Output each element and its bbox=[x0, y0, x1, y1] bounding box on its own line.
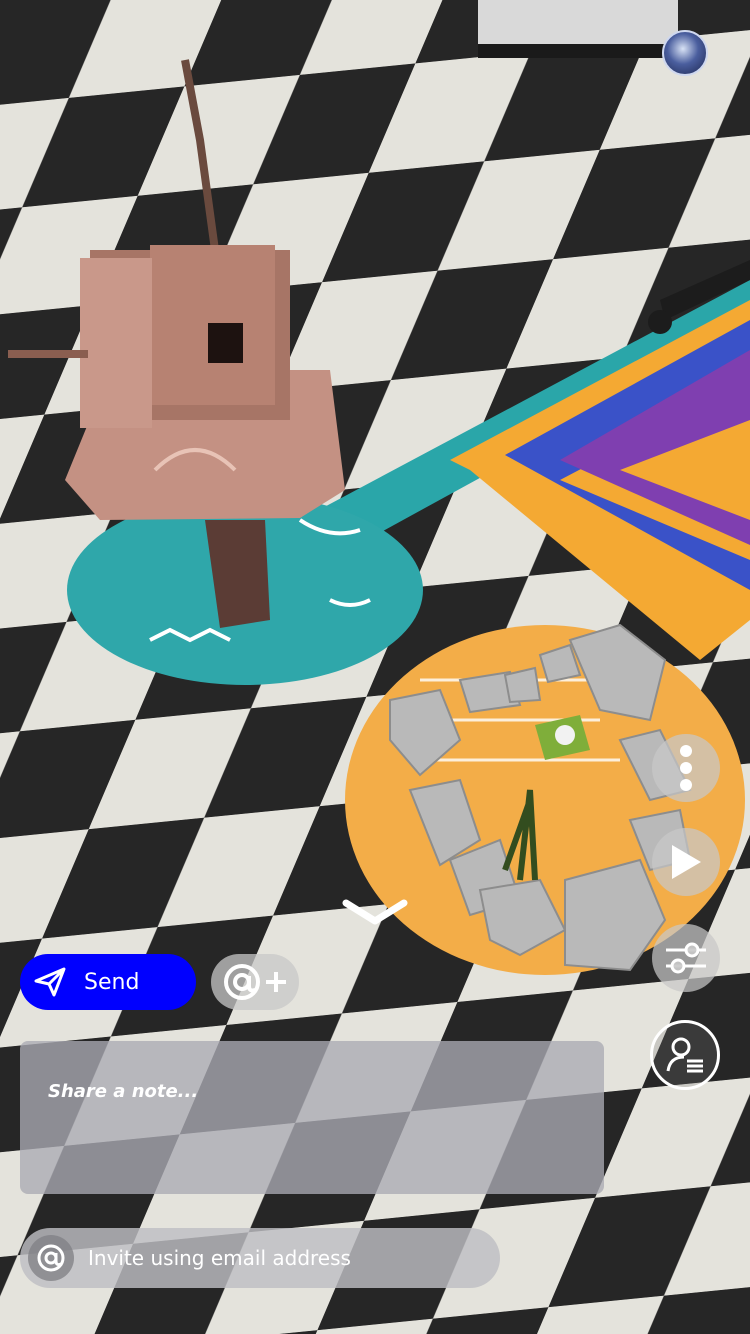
more-options-button[interactable] bbox=[652, 734, 720, 802]
invite-at-badge bbox=[28, 1235, 74, 1281]
send-button[interactable]: Send bbox=[20, 954, 196, 1010]
note-placeholder: Share a note... bbox=[48, 1081, 199, 1102]
adjust-settings-button[interactable] bbox=[652, 924, 720, 992]
chevron-down-icon[interactable] bbox=[340, 895, 410, 929]
note-input[interactable]: Share a note... bbox=[20, 1041, 604, 1194]
at-icon bbox=[37, 1244, 65, 1272]
at-plus-icon bbox=[224, 964, 286, 1000]
mention-add-button[interactable] bbox=[211, 954, 299, 1010]
user-avatar[interactable] bbox=[662, 30, 708, 76]
profile-list-icon bbox=[666, 1037, 703, 1073]
sliders-icon bbox=[666, 942, 706, 974]
play-icon bbox=[672, 845, 701, 879]
send-label: Send bbox=[84, 969, 140, 995]
more-vertical-icon bbox=[680, 745, 692, 791]
invite-label: Invite using email address bbox=[88, 1246, 351, 1270]
invite-email-field[interactable]: Invite using email address bbox=[20, 1228, 500, 1288]
profile-list-button[interactable] bbox=[650, 1020, 720, 1090]
play-button[interactable] bbox=[652, 828, 720, 896]
paper-plane-icon bbox=[34, 967, 66, 997]
